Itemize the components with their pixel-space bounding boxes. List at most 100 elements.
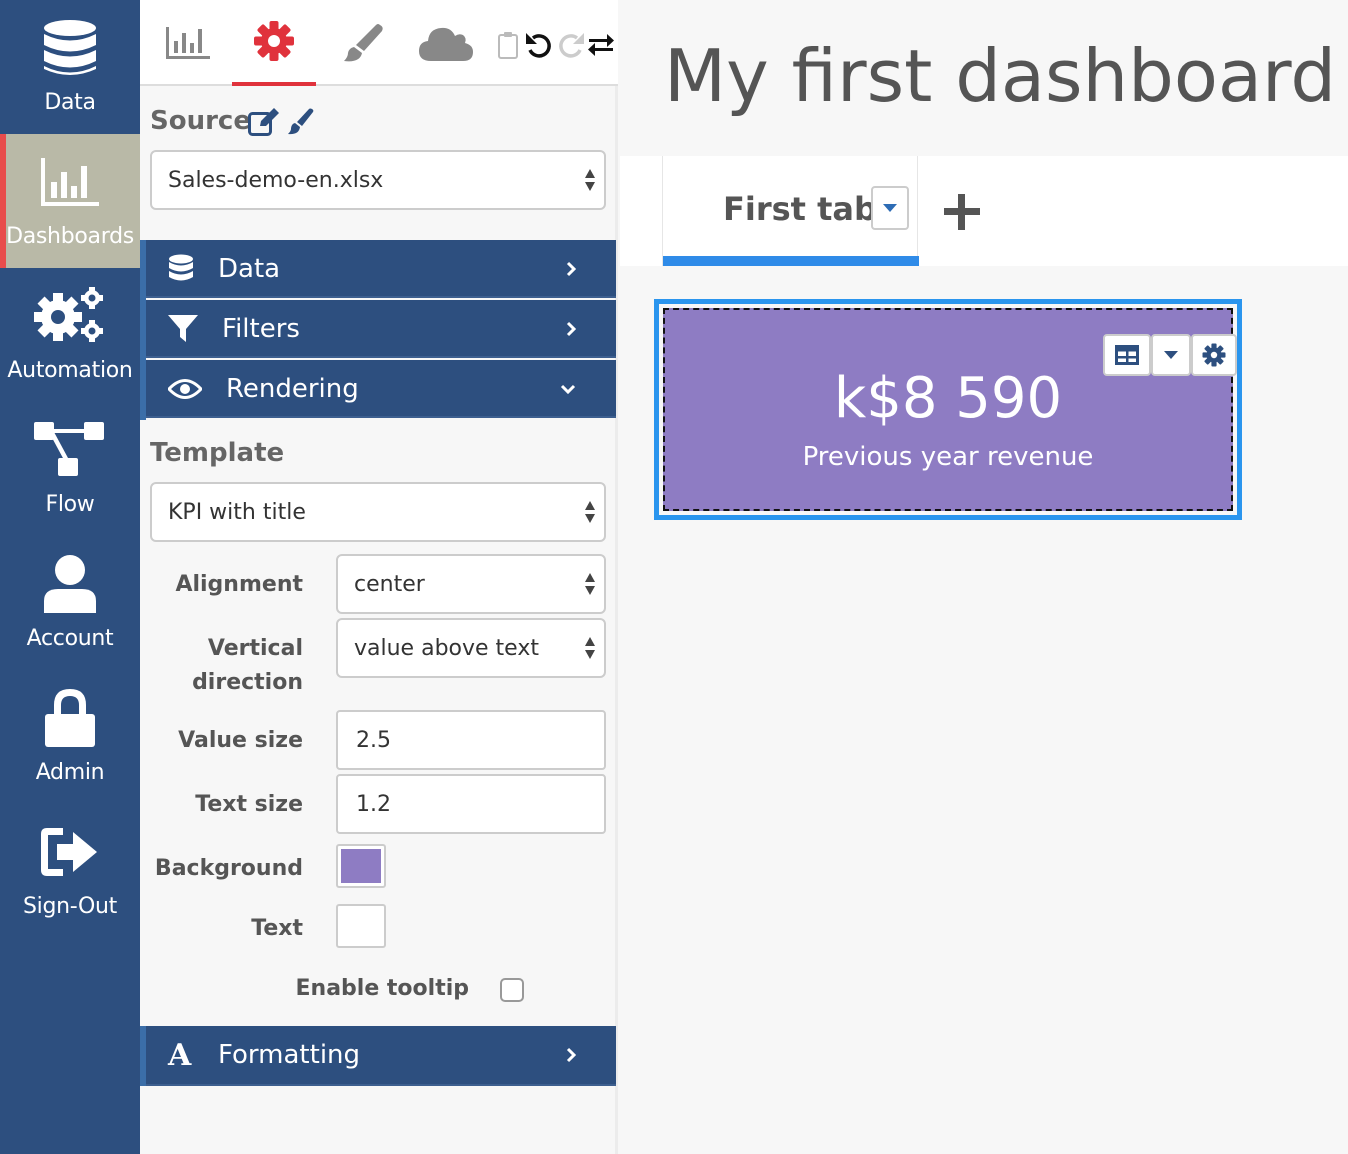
template-select[interactable]: KPI with title — [150, 482, 606, 542]
user-icon — [0, 552, 140, 616]
caret-down-icon — [883, 204, 897, 212]
text-size-label: Text size — [195, 792, 303, 817]
cloud-icon — [419, 27, 473, 61]
nav-label: Admin — [35, 760, 105, 785]
sign-out-icon — [0, 820, 140, 884]
clipboard-icon — [498, 32, 518, 59]
widget-table-button[interactable] — [1103, 334, 1151, 376]
tab-label: First tab — [723, 190, 877, 228]
chevron-down-icon — [560, 360, 576, 418]
gear-icon — [1202, 343, 1226, 367]
database-icon — [0, 16, 140, 80]
kpi-text: Previous year revenue — [802, 442, 1094, 472]
source-label-text: Source — [150, 106, 251, 136]
background-color-swatch — [341, 849, 381, 883]
style-source-button[interactable] — [286, 108, 314, 140]
paint-brush-icon — [344, 24, 383, 62]
panel-tabs — [140, 0, 618, 86]
source-label: Source — [150, 106, 251, 136]
chevron-right-icon — [566, 1026, 576, 1084]
nav-item-sign-out[interactable]: Sign-Out — [0, 804, 140, 938]
vertical-label-line1: Vertical — [207, 636, 303, 661]
nav-item-account[interactable]: Account — [0, 536, 140, 670]
chevron-right-icon — [566, 240, 576, 298]
tab-dropdown-button[interactable] — [871, 186, 909, 230]
font-icon: A — [168, 1037, 192, 1073]
kpi-widget-selection[interactable]: k$8 590 Previous year revenue — [654, 299, 1242, 520]
tab-active-indicator — [663, 256, 919, 266]
value-size-value: 2.5 — [356, 727, 391, 753]
undo-icon — [526, 33, 551, 58]
swap-icon — [588, 34, 614, 56]
redo-icon — [559, 33, 584, 58]
kpi-widget[interactable]: k$8 590 Previous year revenue — [663, 308, 1237, 511]
nav-item-automation[interactable]: Automation — [0, 268, 140, 402]
tab-first[interactable]: First tab — [662, 156, 919, 266]
accordion-formatting[interactable]: A Formatting — [146, 1026, 616, 1086]
main-nav: Data Dashboards Automation Flow Account … — [0, 0, 140, 1154]
text-size-input[interactable]: 1.2 — [336, 774, 606, 834]
nav-item-dashboards[interactable]: Dashboards — [0, 134, 140, 268]
tab-cloud[interactable] — [404, 0, 488, 86]
tooltip-checkbox[interactable] — [500, 978, 524, 1002]
alignment-select[interactable]: center — [336, 554, 606, 614]
nav-item-admin[interactable]: Admin — [0, 670, 140, 804]
chevron-right-icon — [566, 300, 576, 358]
value-size-label: Value size — [178, 728, 303, 753]
plus-icon — [944, 194, 980, 230]
redo-button[interactable] — [556, 30, 586, 60]
nav-label: Sign-Out — [22, 894, 118, 919]
gear-icon — [254, 21, 294, 61]
source-select[interactable]: Sales-demo-en.xlsx — [150, 150, 606, 210]
nav-item-data[interactable]: Data — [0, 0, 140, 134]
nav-label: Data — [44, 90, 96, 115]
select-arrows-icon — [585, 501, 595, 523]
alignment-label: Alignment — [175, 572, 303, 597]
table-icon — [1115, 345, 1139, 365]
nav-label: Account — [26, 626, 114, 651]
value-size-input[interactable]: 2.5 — [336, 710, 606, 770]
vertical-direction-value: value above text — [354, 635, 539, 661]
vertical-direction-select[interactable]: value above text — [336, 618, 606, 678]
bar-chart-icon — [166, 27, 210, 59]
text-color-label: Text — [251, 916, 303, 941]
flow-icon — [0, 418, 140, 482]
alignment-select-value: center — [354, 571, 425, 597]
edit-source-button[interactable] — [248, 108, 280, 140]
eye-icon — [168, 360, 202, 418]
paint-brush-icon — [288, 108, 314, 135]
text-color-picker[interactable] — [336, 904, 386, 948]
editor-panel: Source Sales-demo-en.xlsx Data Filters R… — [140, 0, 618, 1154]
select-arrows-icon — [585, 573, 595, 595]
tab-style[interactable] — [320, 0, 404, 86]
undo-button[interactable] — [524, 30, 554, 60]
nav-label: Dashboards — [6, 224, 134, 249]
accordion-rendering-label: Rendering — [226, 374, 359, 404]
clipboard-button[interactable] — [496, 30, 520, 60]
text-size-value: 1.2 — [356, 791, 391, 817]
nav-label: Flow — [45, 492, 95, 517]
nav-item-flow[interactable]: Flow — [0, 402, 140, 536]
vertical-direction-label: Vertical direction — [192, 632, 303, 700]
widget-dropdown-button[interactable] — [1151, 334, 1191, 376]
accordion-data-label: Data — [218, 254, 281, 284]
swap-button[interactable] — [586, 30, 616, 60]
select-arrows-icon — [585, 637, 595, 659]
background-color-picker[interactable] — [336, 844, 386, 888]
filter-icon — [168, 300, 198, 358]
tab-chart[interactable] — [146, 0, 230, 86]
lock-icon — [0, 686, 140, 750]
select-arrows-icon — [585, 169, 595, 191]
tab-settings[interactable] — [232, 0, 316, 86]
source-select-value: Sales-demo-en.xlsx — [168, 167, 384, 193]
add-tab-button[interactable] — [942, 192, 986, 236]
accordion-data[interactable]: Data — [146, 240, 616, 298]
dashboard-tabbar: First tab — [620, 156, 1348, 266]
accordion-filters[interactable]: Filters — [146, 300, 616, 358]
caret-down-icon — [1164, 351, 1178, 359]
accordion-filters-label: Filters — [222, 314, 300, 344]
tooltip-label: Enable tooltip — [295, 976, 470, 1001]
bar-chart-icon — [0, 150, 140, 214]
accordion-rendering[interactable]: Rendering — [146, 360, 616, 418]
widget-settings-button[interactable] — [1191, 334, 1237, 376]
